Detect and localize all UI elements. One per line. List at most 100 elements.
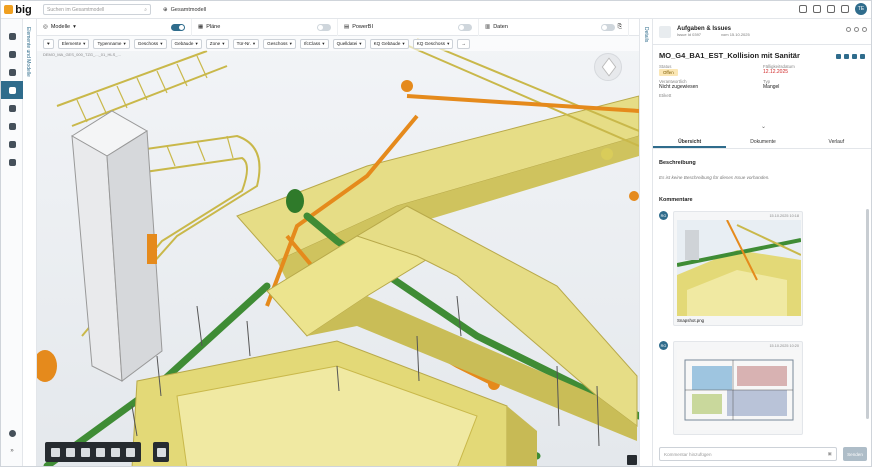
- edit-icon[interactable]: [854, 27, 859, 32]
- measure-icon[interactable]: [111, 447, 120, 457]
- pin-icon[interactable]: [81, 447, 90, 457]
- toolbar-daten[interactable]: ▥ Daten ⎘: [479, 18, 629, 36]
- search-input[interactable]: Suchen im Gesamtmodell ⌕: [43, 4, 151, 15]
- model-selector[interactable]: ⊕ Gesamtmodell: [163, 7, 206, 13]
- right-vertical-tab[interactable]: Details: [639, 19, 653, 466]
- settings-icon[interactable]: [841, 5, 849, 13]
- daten-toggle[interactable]: [600, 23, 615, 31]
- type-value[interactable]: Mangel: [763, 84, 867, 90]
- panel-header-date: vom 15.10.2025: [721, 32, 750, 37]
- filter-row: ♥ Elemente ▾ Typenname ▾ Geschoss ▾ Gebäude…: [37, 36, 639, 51]
- filter-chip[interactable]: KQ Geschoss ▾: [412, 38, 454, 49]
- assignee-value[interactable]: Nicht zugewiesen: [659, 84, 763, 90]
- filter-chip[interactable]: Tür-Nr. ▾: [232, 38, 260, 49]
- view-cube-icon: [601, 57, 617, 77]
- nav-settings-icon[interactable]: [1, 424, 23, 442]
- tab-uebersicht[interactable]: Übersicht: [653, 135, 727, 148]
- filter-chip[interactable]: Geschoss ▾: [133, 38, 167, 49]
- viewer-bottom-toolbar: [45, 442, 141, 462]
- tab-dokumente[interactable]: Dokumente: [726, 135, 799, 148]
- layers-icon[interactable]: [51, 447, 60, 457]
- 3d-viewport[interactable]: [37, 36, 639, 466]
- issue-fields: Status Offen Fälligkeitsdatum 12.12.2025 V…: [653, 62, 871, 100]
- expand-chevron-icon[interactable]: ⌄: [761, 123, 766, 130]
- view-cube[interactable]: [594, 53, 622, 81]
- send-button[interactable]: Senden: [843, 447, 867, 461]
- nav-calendar-icon[interactable]: [1, 117, 23, 135]
- toolbar-plaene[interactable]: ▦ Pläne: [192, 18, 338, 36]
- user-avatar[interactable]: TE: [855, 3, 867, 15]
- toolbar-powerbi[interactable]: ▤ PowerBI: [338, 18, 479, 36]
- help-icon[interactable]: [827, 5, 835, 13]
- comment-card[interactable]: 15.10.2025 10:18 Snapshot.png: [673, 211, 803, 326]
- due-value[interactable]: 12.12.2025: [763, 69, 867, 75]
- left-vertical-tab-label: Elemente und Modelle: [25, 27, 31, 77]
- powerbi-icon: ▤: [344, 24, 350, 30]
- person-icon[interactable]: [66, 447, 75, 457]
- favorite-filter-button[interactable]: ♥: [43, 38, 54, 49]
- filter-label: Quelldatei: [336, 41, 358, 46]
- modelle-toggle[interactable]: [171, 23, 185, 31]
- nav-folder-icon[interactable]: [1, 63, 23, 81]
- toolbar-modelle[interactable]: ◎ Modelle ▾: [37, 18, 192, 36]
- filter-label: Typenname: [97, 41, 122, 46]
- model-icon: ⊕: [163, 6, 168, 13]
- model-breadcrumb: DEMO_MA_GES_000_TZG_..._01_HLS_...: [43, 52, 121, 57]
- info-icon[interactable]: [846, 27, 851, 32]
- filter-chip[interactable]: Gebäude ▾: [170, 38, 202, 49]
- filter-chip[interactable]: Typenname ▾: [93, 38, 130, 49]
- filter-chip[interactable]: Elemente ▾: [57, 38, 90, 49]
- comment-input[interactable]: Kommentar hinzufügen ▣: [659, 447, 837, 461]
- nav-expand-icon[interactable]: »: [1, 442, 23, 460]
- filter-chip[interactable]: IfcClass ▾: [299, 38, 329, 49]
- comments-scrollbar[interactable]: [866, 209, 869, 419]
- snapshot-image[interactable]: [677, 220, 801, 316]
- nav-issues-icon[interactable]: [1, 135, 23, 153]
- app-logo[interactable]: big: [1, 4, 35, 16]
- 3d-scene: [37, 36, 639, 466]
- section-icon[interactable]: [96, 447, 105, 457]
- image-attach-icon[interactable]: ▣: [828, 451, 832, 457]
- plan-image[interactable]: [677, 350, 801, 430]
- filter-chip[interactable]: Geschoss ▾: [263, 38, 296, 49]
- filter-chip[interactable]: Zone ▾: [205, 38, 229, 49]
- comment-caption: Snapshot.png: [677, 318, 705, 323]
- comment-card[interactable]: 15.10.2025 10:20: [673, 341, 803, 435]
- daten-label: Daten: [493, 24, 508, 30]
- export-icon[interactable]: ⎘: [618, 24, 622, 31]
- filter-label: Zone: [209, 41, 221, 46]
- app-window: big Suchen im Gesamtmodell ⌕ ⊕ Gesamtmodel…: [0, 0, 872, 467]
- more-icon[interactable]: [860, 54, 865, 59]
- bell-icon[interactable]: [844, 54, 849, 59]
- nav-favorites-icon[interactable]: [1, 45, 23, 63]
- hammer-tool-button[interactable]: [153, 442, 169, 462]
- search-placeholder: Suchen im Gesamtmodell: [47, 6, 105, 13]
- nav-home-icon[interactable]: [1, 27, 23, 45]
- description-empty: Es ist keine Beschreibung für dieses Iss…: [659, 175, 770, 180]
- filter-chip[interactable]: Quelldatei ▾: [332, 38, 366, 49]
- link-icon[interactable]: [836, 54, 841, 59]
- left-vertical-tab[interactable]: Elemente und Modelle: [23, 19, 37, 466]
- etikett-label: Etikett: [659, 93, 672, 98]
- comment-time: 15.10.2025 10:20: [769, 344, 799, 348]
- bell-icon[interactable]: [813, 5, 821, 13]
- eye-icon[interactable]: [852, 54, 857, 59]
- nav-model-icon[interactable]: [1, 81, 23, 99]
- toolbox-icon[interactable]: [126, 447, 135, 457]
- plaene-toggle[interactable]: [317, 23, 331, 31]
- cart-icon[interactable]: [799, 5, 807, 13]
- tab-verlauf[interactable]: Verlauf: [800, 135, 871, 148]
- nav-building-icon[interactable]: [1, 153, 23, 171]
- filter-label: Elemente: [61, 41, 82, 46]
- powerbi-toggle[interactable]: [458, 23, 472, 31]
- filter-more-button[interactable]: →: [457, 38, 470, 49]
- status-badge[interactable]: Offen: [659, 69, 678, 76]
- daten-icon: ▥: [485, 24, 491, 30]
- filter-chip[interactable]: KQ Gebäude ▾: [369, 38, 409, 49]
- nav-chart-icon[interactable]: [1, 99, 23, 117]
- fullscreen-button[interactable]: [627, 455, 637, 465]
- logo-text: big: [15, 3, 32, 16]
- comment-caption: [674, 430, 802, 434]
- more-icon[interactable]: [862, 27, 867, 32]
- comment-placeholder: Kommentar hinzufügen: [664, 451, 712, 457]
